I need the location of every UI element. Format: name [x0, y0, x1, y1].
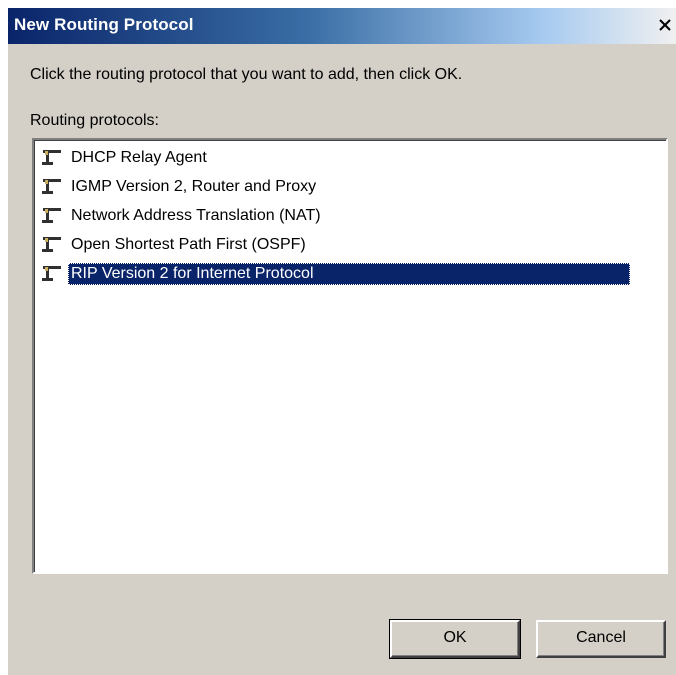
- router-icon: [38, 147, 64, 169]
- protocol-item-ospf[interactable]: Open Shortest Path First (OSPF): [38, 231, 309, 259]
- protocol-item-label: Network Address Translation (NAT): [71, 207, 321, 224]
- cancel-button[interactable]: Cancel: [536, 620, 666, 658]
- protocol-item-rip-version-2[interactable]: RIP Version 2 for Internet Protocol: [38, 260, 630, 288]
- routing-protocols-listbox[interactable]: DHCP Relay Agent IGMP Version 2, Router …: [32, 138, 668, 574]
- protocol-item-label: Open Shortest Path First (OSPF): [71, 236, 306, 253]
- title-bar[interactable]: New Routing Protocol: [8, 8, 676, 44]
- protocol-item-nat[interactable]: Network Address Translation (NAT): [38, 202, 324, 230]
- dialog-window: New Routing Protocol Click the routing p…: [8, 8, 676, 675]
- close-icon: [659, 19, 671, 31]
- close-button[interactable]: [654, 12, 676, 38]
- protocol-item-label: RIP Version 2 for Internet Protocol: [68, 263, 630, 285]
- router-icon: [38, 205, 64, 227]
- protocol-item-label: IGMP Version 2, Router and Proxy: [71, 178, 317, 195]
- ok-button[interactable]: OK: [389, 619, 521, 659]
- window-title: New Routing Protocol: [14, 15, 194, 34]
- protocol-item-dhcp-relay-agent[interactable]: DHCP Relay Agent: [38, 144, 210, 172]
- router-icon: [38, 176, 64, 198]
- routing-protocols-label: Routing protocols:: [30, 112, 159, 129]
- router-icon: [38, 263, 64, 285]
- instruction-text: Click the routing protocol that you want…: [30, 66, 463, 83]
- router-icon: [38, 234, 64, 256]
- protocol-item-label: DHCP Relay Agent: [71, 149, 207, 166]
- protocol-item-igmp-version-2[interactable]: IGMP Version 2, Router and Proxy: [38, 173, 319, 201]
